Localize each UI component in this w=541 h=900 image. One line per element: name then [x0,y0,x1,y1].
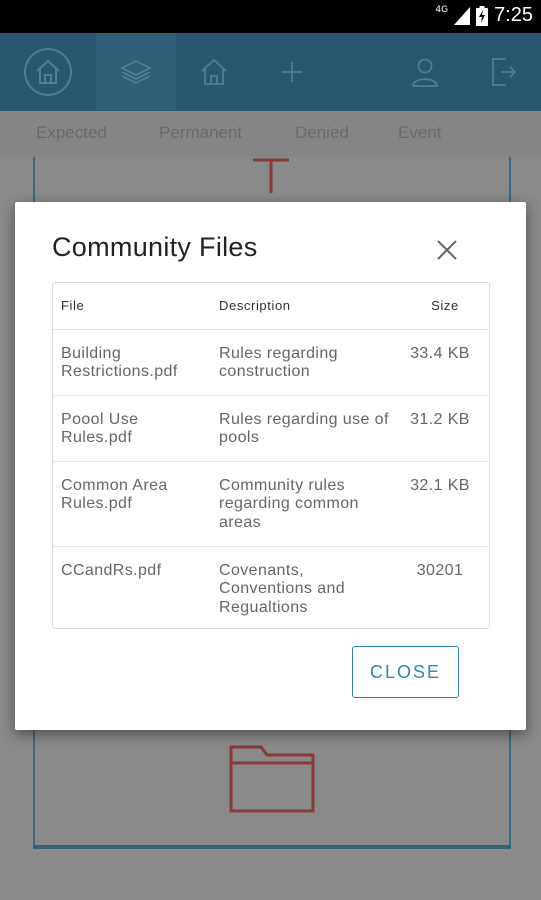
file-description: Covenants, Conventions and Regualtions [219,561,346,616]
layers-button[interactable] [96,33,176,111]
add-button[interactable] [252,33,332,111]
close-icon[interactable] [435,238,459,262]
tab-expected[interactable]: Expected [36,123,107,143]
tab-denied[interactable]: Denied [295,123,349,143]
filter-tabs: Expected Permanent Denied Event [0,111,541,157]
plus-icon [282,62,302,82]
tab-permanent[interactable]: Permanent [159,123,242,143]
dialog-title: Community Files [52,232,258,262]
table-row[interactable]: Poool Use Rules.pdf Rules regarding use … [53,395,489,462]
logout-icon [492,58,517,86]
card-bottom-bar [33,845,511,849]
table-header-row: File Description Size [53,283,489,330]
close-button[interactable]: CLOSE [352,646,459,698]
file-size: 31.2 KB [401,395,489,462]
column-header-file: File [53,283,211,330]
app-bar [0,33,541,111]
tab-event[interactable]: Event [398,123,441,143]
logout-button[interactable] [465,33,541,111]
file-size: 30201 [416,561,464,579]
column-header-size: Size [401,283,489,330]
status-bar: 4G 7:25 [0,0,541,33]
home-button[interactable] [176,33,252,111]
layers-icon [120,59,152,85]
document-icon [253,158,289,193]
file-description: Rules regarding use of pools [211,395,401,462]
battery-icon [476,5,489,26]
user-icon [412,58,438,87]
file-name[interactable]: Building Restrictions.pdf [53,329,211,396]
profile-button[interactable] [385,33,465,111]
folder-icon [229,745,315,813]
clock: 7:25 [494,4,533,26]
table-row[interactable]: Common Area Rules.pdf Community rules re… [53,461,489,547]
home-icon [201,58,227,85]
table-row[interactable]: CCandRs.pdf Covenants, Conventions and R… [53,546,489,628]
file-description: Rules regarding construction [211,329,401,396]
home-circle-icon [24,48,72,96]
column-header-description: Description [211,283,401,330]
file-description: Community rules regarding common areas [211,461,401,547]
file-name[interactable]: Poool Use Rules.pdf [53,395,211,462]
file-name[interactable]: CCandRs.pdf [53,546,211,628]
table-row[interactable]: Building Restrictions.pdf Rules regardin… [53,329,489,396]
file-size: 33.4 KB [401,329,489,396]
signal-icon [454,6,471,25]
community-files-dialog: Community Files File Description Size Bu… [15,202,526,730]
files-table: File Description Size Building Restricti… [52,282,490,629]
file-size: 32.1 KB [401,461,489,547]
network-type: 4G [435,4,449,15]
file-name[interactable]: Common Area Rules.pdf [53,461,211,547]
home-circle-button[interactable] [0,33,96,111]
